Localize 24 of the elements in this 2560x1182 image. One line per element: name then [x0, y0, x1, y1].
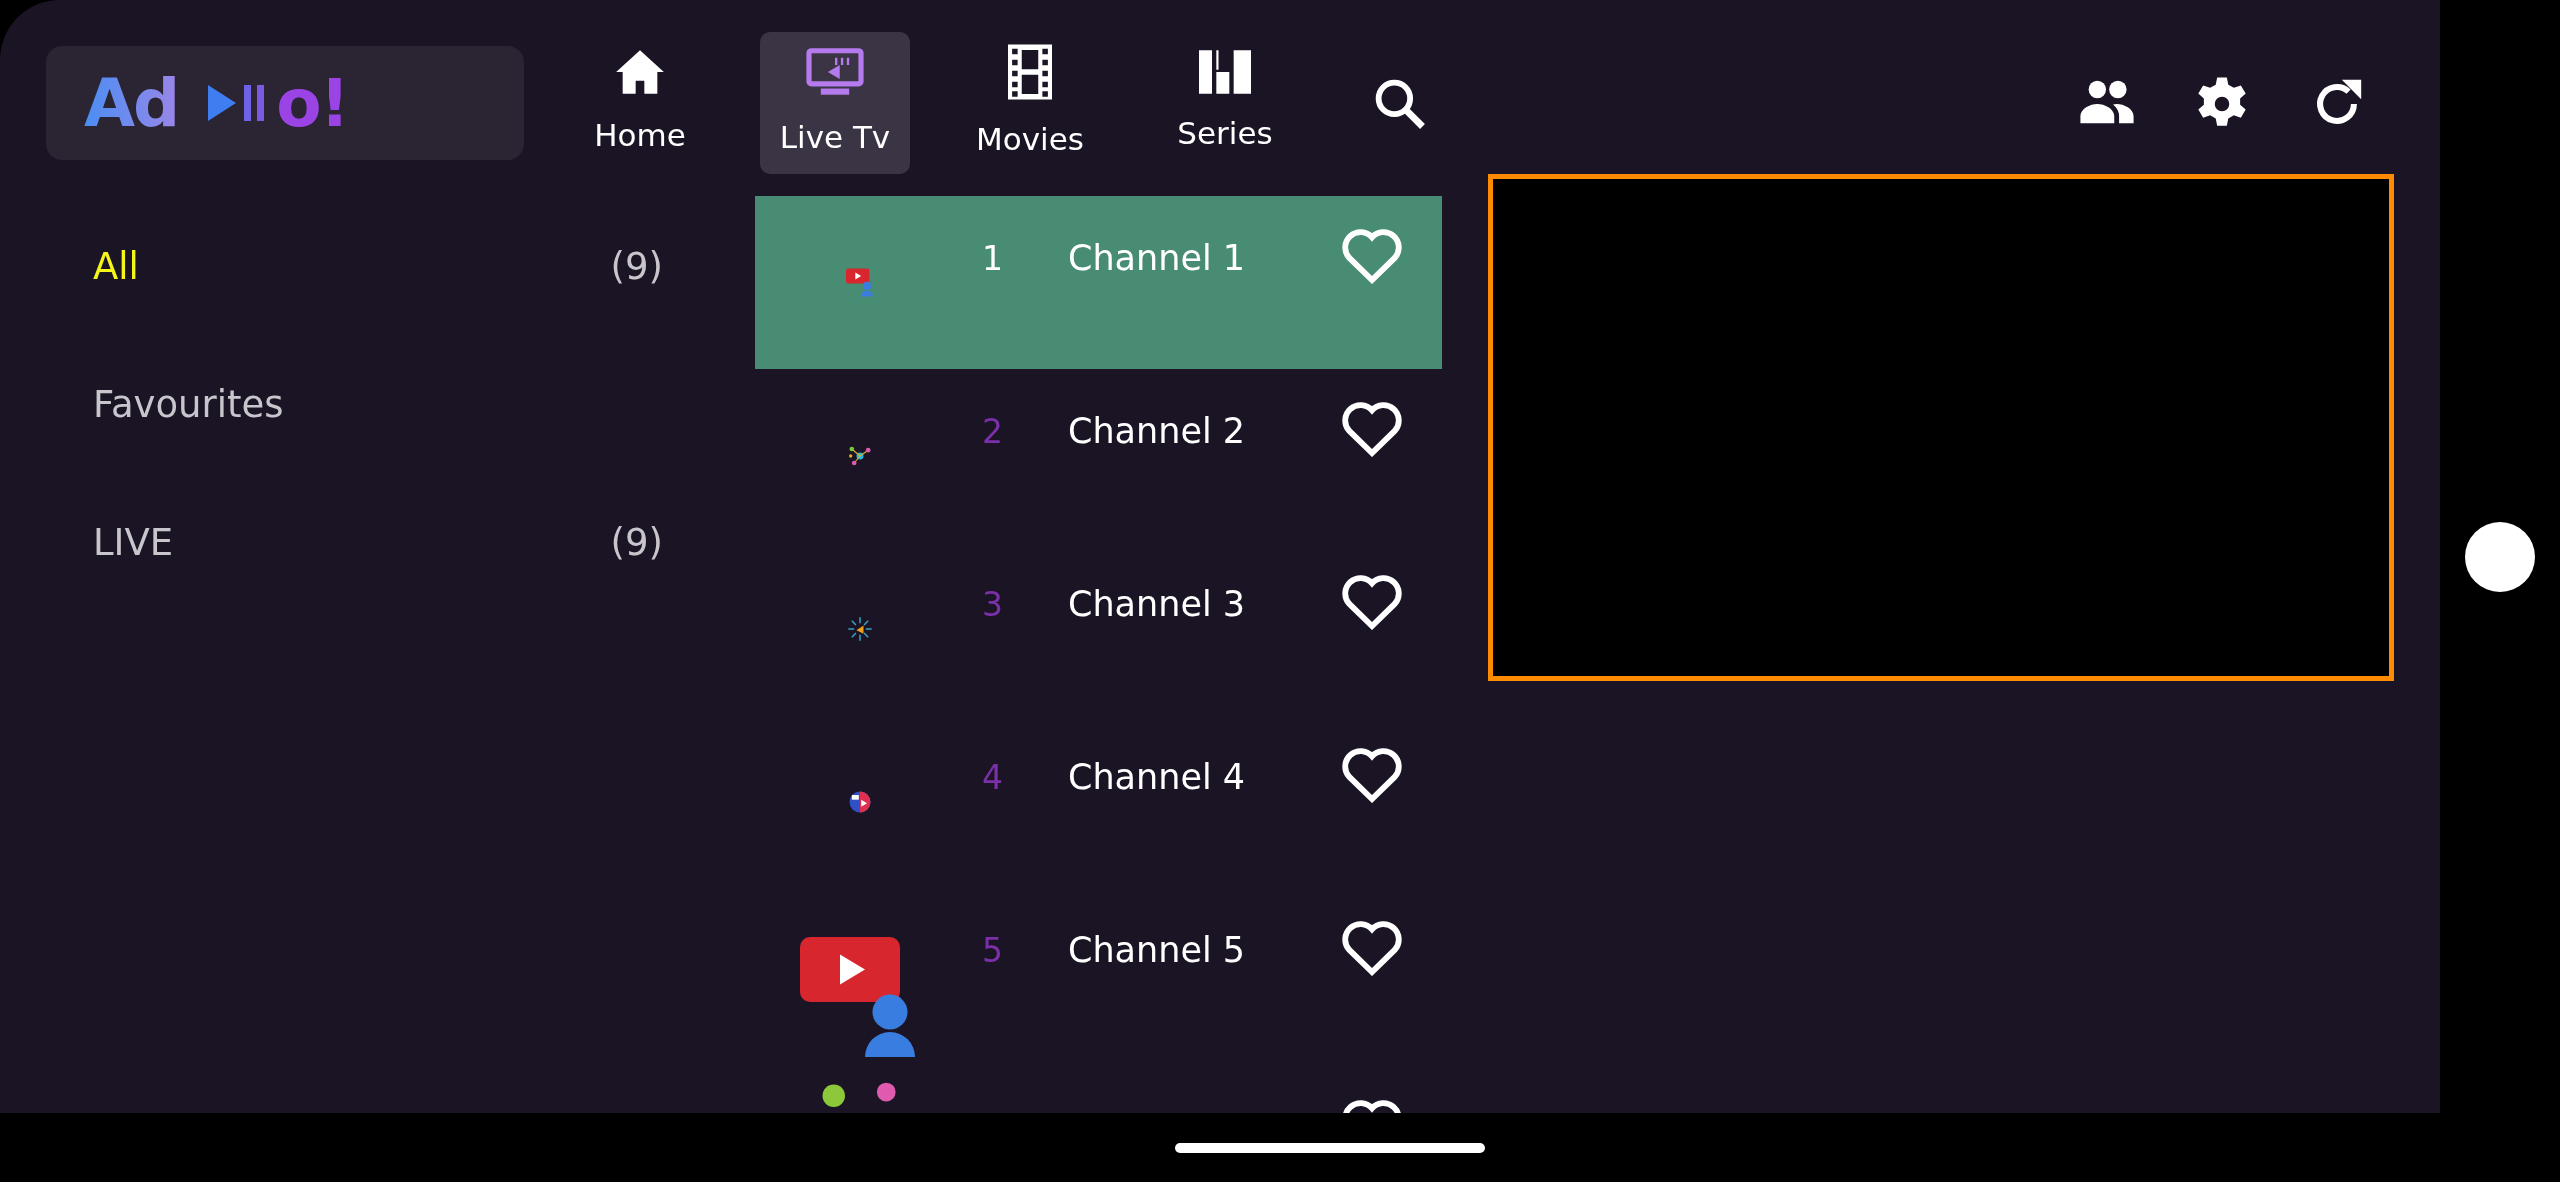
heart-icon[interactable]	[1340, 745, 1404, 803]
channel-row[interactable]: 3 Channel 3	[755, 542, 1442, 715]
channel-row[interactable]: 1 Channel 1	[755, 196, 1442, 369]
category-item[interactable]: All (9)	[93, 198, 663, 336]
nav-tab[interactable]: Live Tv	[760, 32, 910, 174]
category-item[interactable]: LIVE (9)	[93, 474, 663, 612]
tv-icon	[804, 45, 866, 98]
heart-icon[interactable]	[1340, 918, 1404, 976]
search-icon	[1373, 77, 1427, 131]
heart-icon[interactable]	[1340, 572, 1404, 630]
channel-row[interactable]: 2 Channel 2	[755, 369, 1442, 542]
heart-icon[interactable]	[1340, 399, 1404, 457]
channel-row[interactable]: 4 Channel 4	[755, 715, 1442, 888]
film-icon	[1008, 43, 1052, 100]
nav-tab[interactable]: Series	[1150, 32, 1300, 174]
logo-text: o!	[276, 63, 348, 144]
nav-tab[interactable]: Home	[565, 32, 715, 174]
video-user-logo-icon	[846, 266, 874, 299]
nav-tab[interactable]: Movies	[955, 32, 1105, 174]
bar-chart-icon	[1199, 49, 1251, 94]
home-indicator[interactable]	[1175, 1142, 1485, 1153]
category-item[interactable]: Favourites	[93, 336, 663, 474]
channel-row[interactable]: 5 Channel 5	[755, 888, 1442, 1061]
video-player[interactable]	[1488, 174, 2394, 681]
